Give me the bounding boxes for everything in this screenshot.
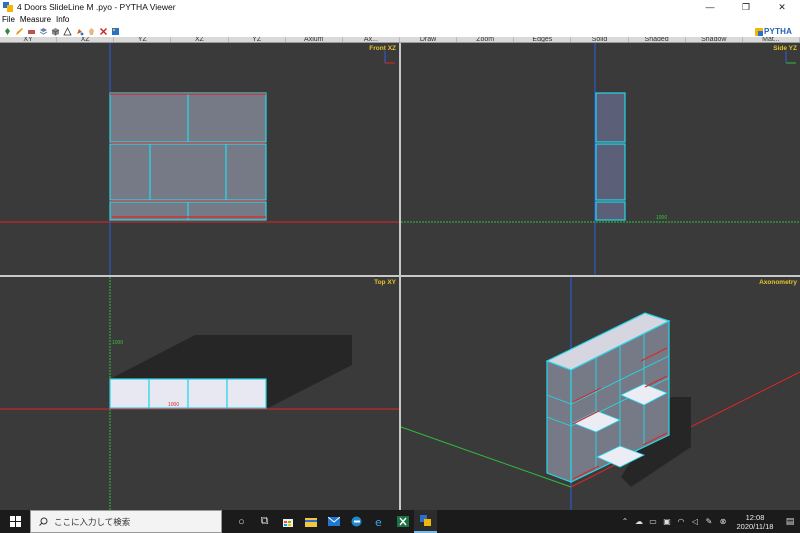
clock-date: 2020/11/18	[736, 521, 774, 531]
side-view-drawing	[401, 43, 800, 275]
clock-time: 12:08	[745, 512, 765, 522]
wifi-icon[interactable]: ◠	[674, 510, 688, 533]
viewport-grid: Front XZ Side YZ 1000 Top XY 1000 1000 A…	[0, 43, 800, 510]
view-tab[interactable]: Ax...	[343, 37, 400, 42]
menu-measure[interactable]: Measure	[20, 15, 51, 24]
cross-icon[interactable]	[98, 26, 108, 36]
notification-icon[interactable]: ▤	[780, 516, 800, 527]
close-button[interactable]: ✕	[764, 0, 800, 14]
view-tab[interactable]: Solid	[571, 37, 629, 42]
network-error-icon[interactable]: ⊗	[716, 510, 730, 533]
axonometry-viewport[interactable]: Axonometry	[401, 277, 800, 510]
top-viewport[interactable]: Top XY 1000 1000	[0, 277, 399, 510]
onedrive-icon[interactable]: ☁	[632, 510, 646, 533]
window-controls: — ❐ ✕	[692, 0, 800, 14]
menu-bar: File Measure Info	[0, 14, 800, 25]
search-icon	[39, 517, 48, 526]
search-placeholder: ここに入力して検索	[54, 516, 131, 527]
pencil-icon[interactable]	[14, 26, 24, 36]
windows-taskbar: ここに入力して検索 ○ ⧉ e ⌃ ☁ ▭ ▣ ◠ ◁ ✎ ⊗ 12:08 20…	[0, 510, 800, 533]
layout-icon[interactable]	[110, 26, 120, 36]
mail-icon[interactable]	[322, 510, 345, 533]
pytha-logo-mark	[755, 27, 763, 36]
side-viewport[interactable]: Side YZ 1000	[401, 43, 800, 275]
pytha-logo: PYTHA	[755, 26, 797, 37]
view-tab[interactable]: YZ	[229, 37, 286, 42]
pytha-viewer-taskbar-icon[interactable]	[414, 510, 437, 533]
view-tab[interactable]: XZ	[57, 37, 115, 42]
view-tab[interactable]: YZ	[114, 37, 172, 42]
menu-info[interactable]: Info	[56, 15, 69, 24]
top-view-drawing	[0, 277, 399, 510]
battery-icon[interactable]: ▭	[646, 510, 660, 533]
taskbar-search-box[interactable]: ここに入力して検索	[30, 510, 222, 533]
security-icon[interactable]: ▣	[660, 510, 674, 533]
svg-text:e: e	[375, 516, 382, 527]
toolbar	[0, 25, 800, 37]
eraser-icon[interactable]	[26, 26, 36, 36]
side-axis-value: 1000	[656, 215, 668, 221]
chevron-up-icon[interactable]: ⌃	[618, 510, 632, 533]
system-tray: ⌃ ☁ ▭ ▣ ◠ ◁ ✎ ⊗ 12:08 2020/11/18 ▤	[618, 510, 800, 533]
store-icon[interactable]	[276, 510, 299, 533]
file-explorer-icon[interactable]	[299, 510, 322, 533]
pytha-viewer-window: 4 Doors SlideLine M .pyo - PYTHA Viewer …	[0, 0, 800, 533]
paint-icon[interactable]	[74, 26, 84, 36]
triangle-icon[interactable]	[62, 26, 72, 36]
minimize-button[interactable]: —	[692, 0, 728, 14]
pytha-app-icon	[3, 2, 13, 12]
view-tab[interactable]: Zoom	[457, 37, 515, 42]
taskbar-clock[interactable]: 12:08 2020/11/18	[730, 513, 780, 531]
axonometry-view-label: Axonometry	[759, 279, 797, 286]
internet-explorer-icon[interactable]: e	[368, 510, 391, 533]
view-tab[interactable]: Axium	[286, 37, 343, 42]
side-view-label: Side YZ	[773, 45, 797, 52]
task-view-icon[interactable]: ⧉	[253, 510, 276, 533]
pin-icon[interactable]	[2, 26, 12, 36]
front-view-drawing	[0, 43, 399, 275]
view-tab[interactable]: Mat...	[743, 37, 800, 42]
top-axis-value-y: 1000	[112, 340, 124, 346]
layers-icon[interactable]	[38, 26, 48, 36]
view-tab[interactable]: Edges	[514, 37, 572, 42]
hand-icon[interactable]	[86, 26, 96, 36]
view-tab[interactable]: Draw	[400, 37, 458, 42]
front-viewport[interactable]: Front XZ	[0, 43, 399, 275]
axonometry-drawing	[401, 277, 800, 510]
title-bar[interactable]: 4 Doors SlideLine M .pyo - PYTHA Viewer …	[0, 0, 800, 14]
view-tab[interactable]: Shaded	[629, 37, 686, 42]
view-tab[interactable]: XY	[0, 37, 58, 42]
window-title: 4 Doors SlideLine M .pyo - PYTHA Viewer	[17, 2, 176, 12]
restore-button[interactable]: ❐	[728, 0, 764, 14]
edge-icon[interactable]	[345, 510, 368, 533]
windows-logo-icon	[9, 516, 21, 527]
view-tab[interactable]: Shadow	[686, 37, 743, 42]
top-axis-value-x: 1000	[168, 402, 180, 408]
start-button[interactable]	[0, 510, 30, 533]
pen-icon[interactable]: ✎	[702, 510, 716, 533]
front-view-label: Front XZ	[369, 45, 396, 52]
top-view-label: Top XY	[374, 279, 396, 286]
view-tab[interactable]: XZ	[171, 37, 229, 42]
cortana-icon[interactable]: ○	[230, 510, 253, 533]
excel-icon[interactable]	[391, 510, 414, 533]
menu-file[interactable]: File	[2, 15, 15, 24]
cube-icon[interactable]	[50, 26, 60, 36]
volume-icon[interactable]: ◁	[688, 510, 702, 533]
pytha-logo-text: PYTHA	[764, 27, 793, 36]
